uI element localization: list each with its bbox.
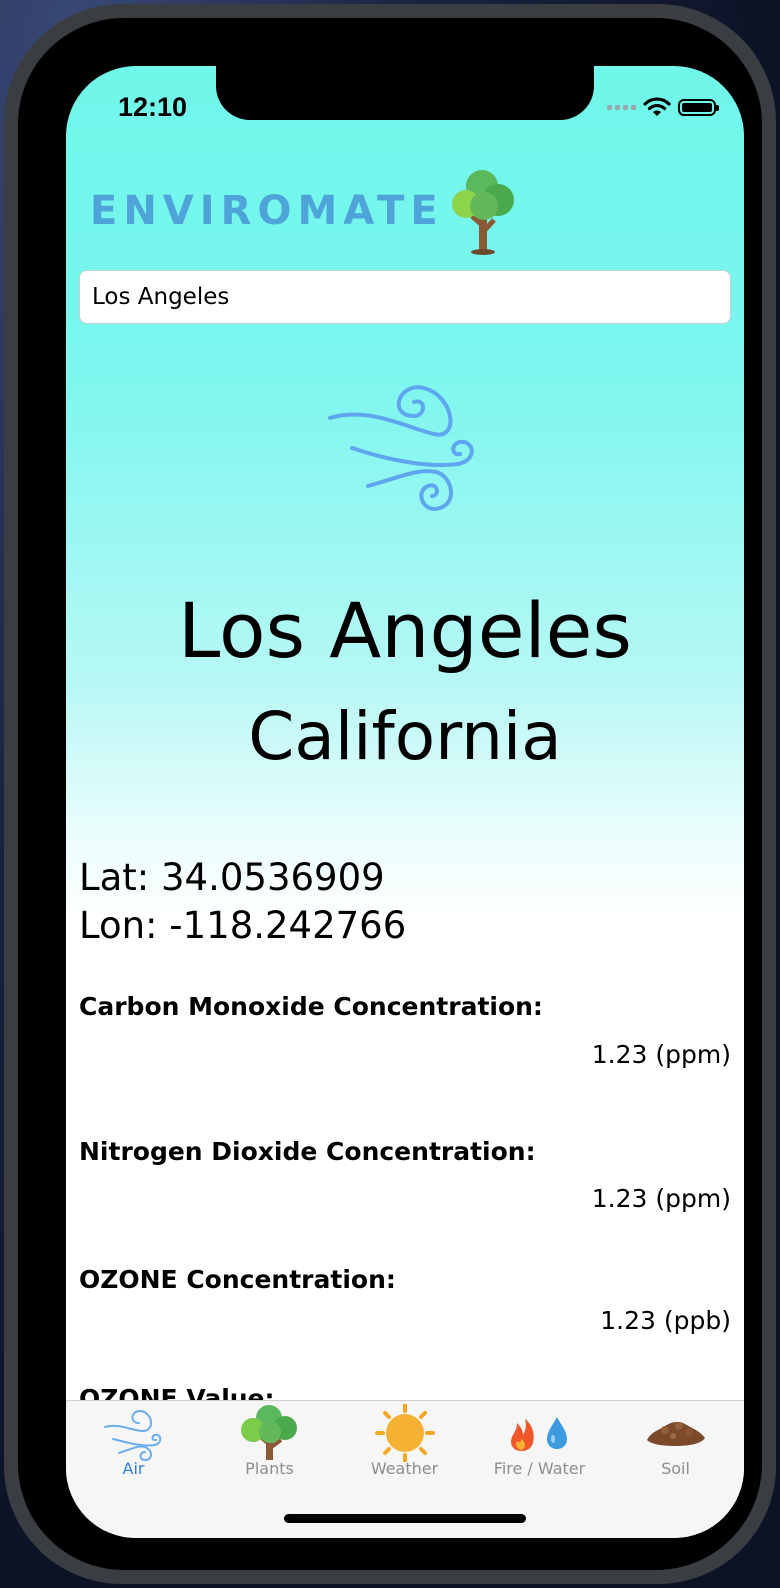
state-name: California xyxy=(248,698,562,775)
wifi-icon xyxy=(643,97,671,116)
home-indicator[interactable] xyxy=(284,1514,526,1523)
wind-icon xyxy=(328,385,474,511)
app-screen: 12:10 ENVIROMATE Los Angeles Los Angeles… xyxy=(66,66,744,1538)
tab-fire-water-label: Fire / Water xyxy=(493,1459,586,1478)
tab-fire-water[interactable]: Fire / Water xyxy=(472,1401,607,1491)
tab-air[interactable]: Air xyxy=(66,1401,201,1491)
wind-icon xyxy=(66,1405,201,1461)
tab-weather-label: Weather xyxy=(370,1459,439,1478)
app-logo-text: ENVIROMATE xyxy=(90,188,444,234)
tab-plants-label: Plants xyxy=(245,1459,294,1478)
search-input[interactable]: Los Angeles xyxy=(79,270,731,324)
tab-soil-label: Soil xyxy=(661,1459,690,1478)
tree-icon xyxy=(202,1405,337,1461)
nitrogen-dioxide-label: Nitrogen Dioxide Concentration: xyxy=(79,1137,536,1166)
city-name: Los Angeles xyxy=(178,586,632,675)
ozone-concentration-value: 1.23 (ppb) xyxy=(600,1306,731,1335)
ozone-concentration-label: OZONE Concentration: xyxy=(79,1265,396,1294)
status-time: 12:10 xyxy=(118,92,188,122)
tab-soil[interactable]: Soil xyxy=(608,1401,743,1491)
nitrogen-dioxide-value: 1.23 (ppm) xyxy=(591,1184,731,1213)
carbon-monoxide-value: 1.23 (ppm) xyxy=(591,1040,731,1069)
soil-icon xyxy=(608,1405,743,1461)
cellular-signal-icon xyxy=(607,104,636,110)
phone-bezel: 12:10 ENVIROMATE Los Angeles Los Angeles… xyxy=(18,18,762,1570)
phone-frame: 12:10 ENVIROMATE Los Angeles Los Angeles… xyxy=(4,4,776,1584)
tab-air-label: Air xyxy=(122,1459,145,1478)
tab-plants[interactable]: Plants xyxy=(202,1401,337,1491)
longitude-text: Lon: -118.242766 xyxy=(79,904,407,947)
battery-icon xyxy=(678,98,719,116)
fire-water-icon xyxy=(472,1405,607,1461)
sun-icon xyxy=(337,1404,472,1462)
notch xyxy=(216,66,594,120)
latitude-text: Lat: 34.0536909 xyxy=(79,856,385,899)
tab-weather[interactable]: Weather xyxy=(337,1401,472,1491)
app-logo: ENVIROMATE xyxy=(90,166,518,256)
tree-logo-icon xyxy=(451,170,514,255)
status-icons xyxy=(607,96,719,118)
carbon-monoxide-label: Carbon Monoxide Concentration: xyxy=(79,992,543,1021)
